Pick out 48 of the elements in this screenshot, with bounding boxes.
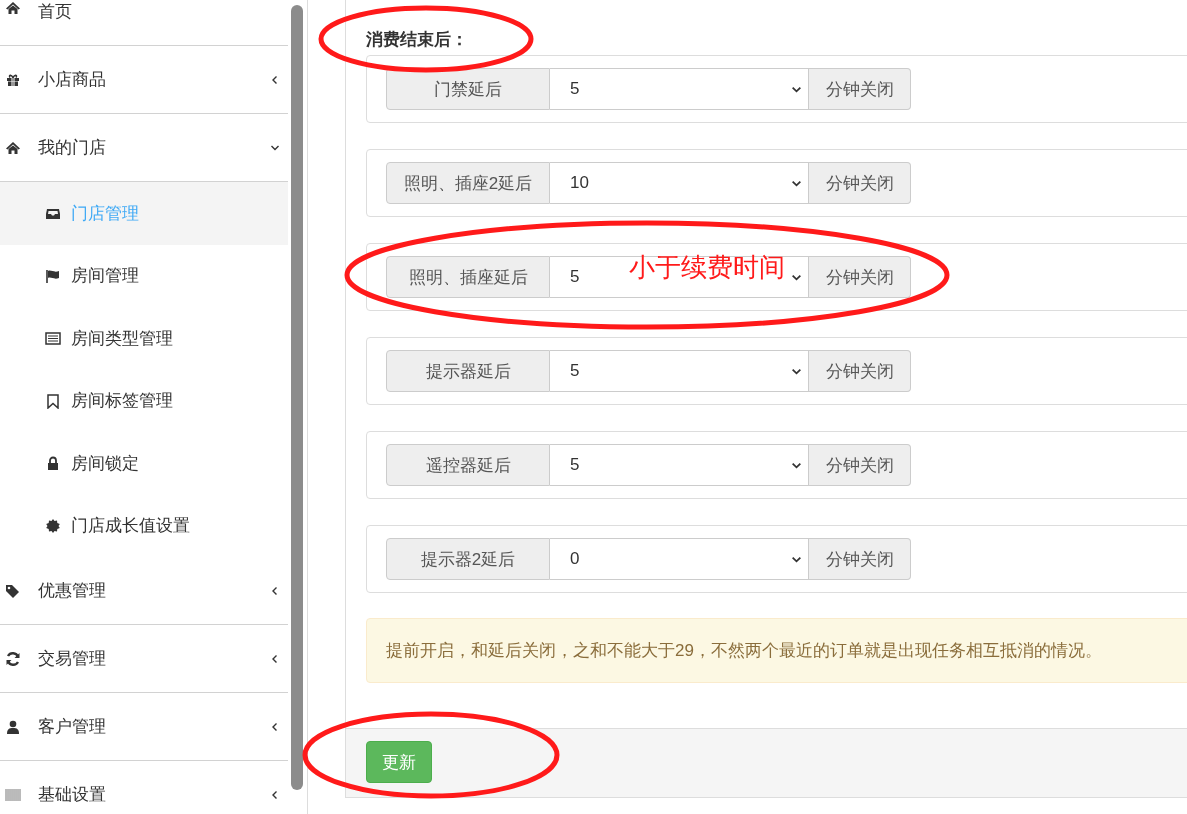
unit-label: 分钟关闭 [809,162,911,204]
minutes-select[interactable]: 5 小于续费时间 [550,256,809,298]
field-label: 照明、插座延后 [386,256,550,298]
sidebar-subitem[interactable]: 房间类型管理 [0,307,288,370]
user-icon [5,718,21,735]
unit-label: 分钟关闭 [809,350,911,392]
minutes-select[interactable]: 5 [550,350,809,392]
badge-icon [45,517,61,534]
minutes-select[interactable]: 5 [550,444,809,486]
section-heading: 消费结束后： [366,30,468,49]
chevron-left-icon [270,721,280,732]
unit-label: 分钟关闭 [809,68,911,110]
sidebar-subitem[interactable]: 房间标签管理 [0,369,288,432]
chevron-left-icon [270,74,280,85]
sidebar-item[interactable]: 优惠管理 [0,557,288,625]
sidebar-subitem[interactable]: 门店成长值设置 [0,494,288,557]
minutes-select[interactable]: 10 [550,162,809,204]
minutes-select[interactable]: 0 [550,538,809,580]
sidebar-item[interactable]: 交易管理 [0,625,288,693]
scrollbar-thumb[interactable] [291,5,303,790]
field-label: 提示器延后 [386,350,550,392]
field-label: 照明、插座2延后 [386,162,550,204]
home-icon [5,0,21,16]
home-icon [5,139,21,156]
flag-icon [45,267,61,284]
bookmark-icon [45,392,61,409]
field-label: 门禁延后 [386,68,550,110]
chevron-left-icon [270,789,280,800]
unit-label: 分钟关闭 [809,444,911,486]
sidebar-item[interactable]: 小店商品 [0,46,288,114]
sidebar-subitem[interactable]: 房间管理 [0,244,288,307]
warning-notice: 提前开启，和延后关闭，之和不能大于29，不然两个最近的订单就是出现任务相互抵消的情况。 [366,618,1187,683]
refresh-icon [5,650,21,667]
minutes-select[interactable]: 5 [550,68,809,110]
unit-label: 分钟关闭 [809,256,911,298]
chevron-left-icon [270,585,280,596]
sidebar-subitem[interactable]: 房间锁定 [0,432,288,495]
field-label: 提示器2延后 [386,538,550,580]
sidebar-item[interactable]: 客户管理 [0,693,288,761]
gift-icon [5,71,21,88]
sidebar-item[interactable]: 首页 [0,0,288,46]
lock-icon [45,455,61,472]
tags-icon [5,582,21,599]
unit-label: 分钟关闭 [809,538,911,580]
list-icon [45,330,61,347]
sidebar-item[interactable]: 基础设置 [0,761,288,814]
field-label: 遥控器延后 [386,444,550,486]
chevron-left-icon [270,653,280,664]
